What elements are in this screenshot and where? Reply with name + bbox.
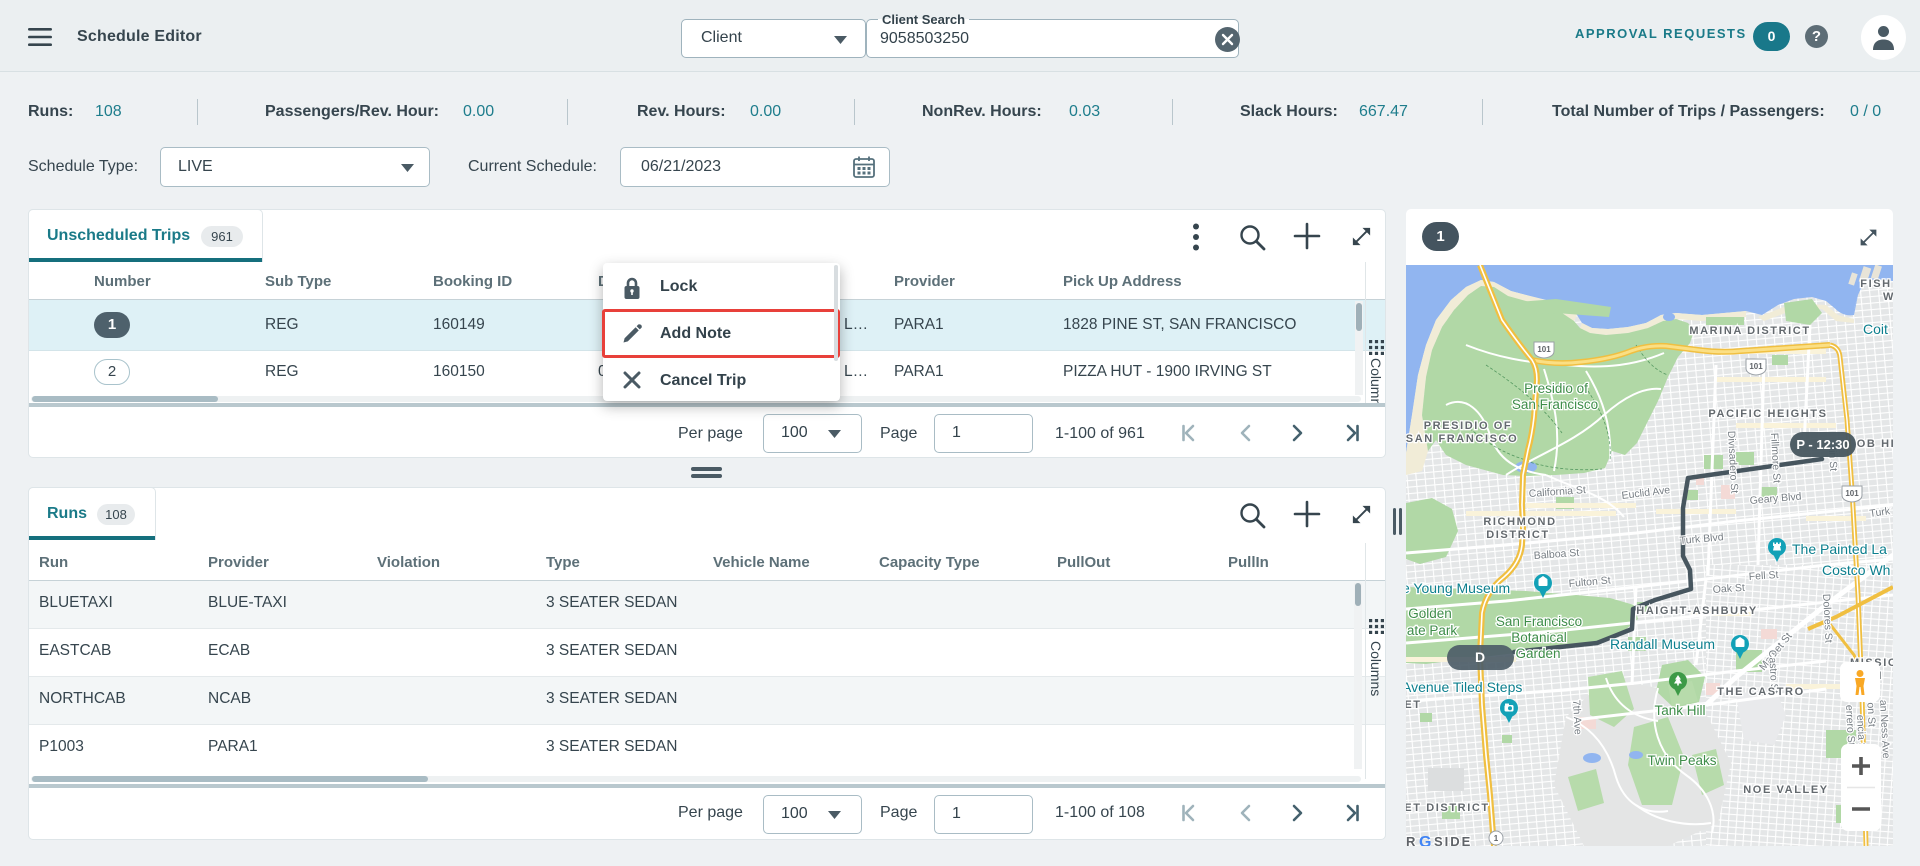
svg-text:R: R <box>1406 834 1417 846</box>
svg-text:Presidio of: Presidio of <box>1524 381 1588 396</box>
svg-text:Twin Peaks: Twin Peaks <box>1647 753 1716 768</box>
svg-text:San Francisco: San Francisco <box>1496 614 1582 629</box>
svg-text:ET: ET <box>1406 699 1422 711</box>
svg-text:Randall Museum: Randall Museum <box>1610 636 1715 652</box>
svg-text:HAIGHT-ASHBURY: HAIGHT-ASHBURY <box>1636 605 1758 617</box>
svg-text:SIDE: SIDE <box>1434 834 1472 846</box>
svg-text:FISH: FISH <box>1860 278 1891 290</box>
svg-text:7th Ave: 7th Ave <box>1570 700 1584 736</box>
svg-text:D: D <box>1475 649 1485 665</box>
svg-text:San Francisco: San Francisco <box>1512 397 1598 412</box>
svg-text:ET DISTRICT: ET DISTRICT <box>1406 802 1490 814</box>
svg-text:Fell St: Fell St <box>1748 569 1779 583</box>
svg-text:P - 12:30: P - 12:30 <box>1796 437 1849 452</box>
svg-text:The Painted La: The Painted La <box>1792 541 1887 557</box>
svg-text:Dolores St: Dolores St <box>1820 594 1835 644</box>
svg-text:Garden: Garden <box>1515 646 1560 661</box>
svg-text:RICHMOND: RICHMOND <box>1483 516 1556 528</box>
svg-text:W: W <box>1883 291 1893 303</box>
svg-text:ate Park: ate Park <box>1407 623 1458 638</box>
svg-text:PRESIDIO OF: PRESIDIO OF <box>1424 420 1513 432</box>
svg-text:SAN FRANCISCO: SAN FRANCISCO <box>1406 433 1518 445</box>
svg-text:Coit: Coit <box>1863 321 1888 337</box>
svg-text:101: 101 <box>1845 489 1859 498</box>
svg-text:Avenue Tiled Steps: Avenue Tiled Steps <box>1406 679 1522 695</box>
svg-text:e Young Museum: e Young Museum <box>1406 580 1510 596</box>
svg-text:Oak St: Oak St <box>1712 582 1745 596</box>
svg-text:THE CASTRO: THE CASTRO <box>1717 686 1805 698</box>
svg-text:NOE VALLEY: NOE VALLEY <box>1743 784 1828 796</box>
svg-text:OB HI: OB HI <box>1857 438 1893 450</box>
svg-text:1: 1 <box>1494 834 1499 843</box>
svg-text:MARINA DISTRICT: MARINA DISTRICT <box>1689 325 1810 337</box>
svg-text:Botanical: Botanical <box>1511 630 1567 645</box>
svg-text:G: G <box>1419 834 1431 846</box>
svg-text:Golden: Golden <box>1408 606 1452 621</box>
svg-text:DISTRICT: DISTRICT <box>1486 529 1550 541</box>
svg-text:PACIFIC HEIGHTS: PACIFIC HEIGHTS <box>1708 408 1827 420</box>
svg-text:Tank Hill: Tank Hill <box>1654 703 1705 718</box>
svg-text:Costco Wh: Costco Wh <box>1822 562 1890 578</box>
svg-text:101: 101 <box>1749 362 1763 371</box>
svg-text:101: 101 <box>1537 345 1551 354</box>
